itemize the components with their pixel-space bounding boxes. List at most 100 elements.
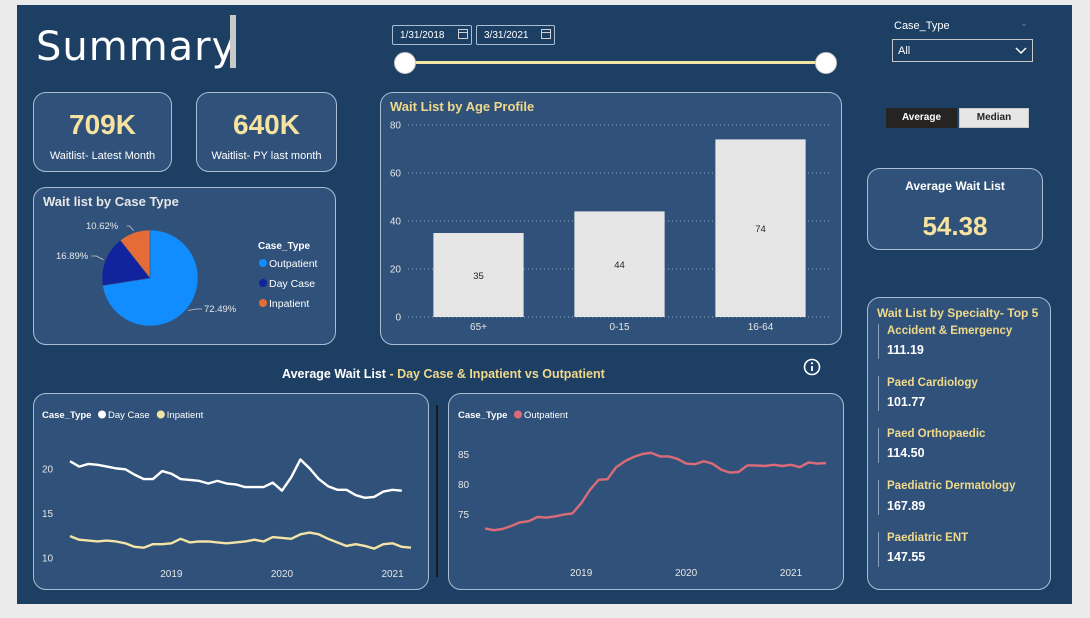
pie-legend-label: Outpatient — [269, 258, 318, 270]
median-toggle-button[interactable]: Median — [959, 108, 1029, 128]
start-date-value: 1/31/2018 — [400, 30, 445, 41]
legend-marker — [259, 299, 267, 307]
divider — [878, 480, 879, 515]
specialty-value: 167.89 — [887, 499, 926, 513]
line-legend-label: Outpatient — [524, 410, 568, 421]
kpi-card-latest: 709K Waitlist- Latest Month — [33, 92, 172, 172]
end-date-input[interactable]: 3/31/2021 — [476, 25, 555, 45]
specialty-name: Paed Cardiology — [887, 377, 978, 389]
pie-value-label: 16.89% — [56, 251, 89, 262]
legend-marker — [514, 410, 522, 419]
y-tick-label: 75 — [458, 510, 470, 521]
avg-wait-value: 54.38 — [922, 211, 988, 241]
pie-value-label: 72.49% — [204, 304, 237, 315]
series-line — [484, 451, 827, 532]
pie-card: Wait list by Case Type 72.49% 16.89% 10.62… — [33, 187, 336, 345]
kpi-label: Waitlist- PY last month — [211, 150, 322, 162]
start-date-input[interactable]: 1/31/2018 — [392, 25, 472, 45]
series-line — [69, 458, 402, 500]
pie-legend-label: Day Case — [269, 278, 315, 290]
x-tick-label: 0-15 — [609, 322, 629, 333]
bar-chart: 0 20 40 60 80 35 65+ 44 0-15 74 16-64 — [390, 121, 831, 333]
slider-end-handle[interactable] — [815, 52, 837, 74]
avg-wait-label: Average Wait List — [905, 179, 1005, 193]
line-section-heading: Average Wait List - Day Case & Inpatient… — [282, 367, 605, 381]
line-legend-label: Inpatient — [167, 410, 204, 421]
x-tick-label: 2021 — [780, 568, 803, 579]
kpi-value: 709K — [69, 109, 136, 140]
pie-chart: 72.49% 16.89% 10.62% Case_Type Outpatient Da… — [56, 221, 318, 327]
line-legend-title: Case_Type — [42, 410, 91, 421]
bar-data-label: 74 — [755, 224, 766, 235]
y-tick-label: 20 — [390, 265, 402, 276]
specialty-title: Wait List by Specialty- Top 5 — [877, 306, 1039, 320]
legend-marker — [156, 410, 165, 419]
legend-marker — [259, 279, 267, 287]
specialty-value: 101.77 — [887, 395, 926, 409]
heading-part1: Average Wait List — [282, 367, 386, 381]
divider — [878, 428, 879, 463]
x-tick-label: 2020 — [675, 568, 698, 579]
y-tick-label: 80 — [458, 480, 470, 491]
page-title: Summary — [36, 24, 237, 70]
series-line — [69, 531, 412, 550]
avg-wait-card: Average Wait List 54.38 — [867, 168, 1043, 250]
info-icon[interactable] — [803, 358, 821, 376]
pie-value-label: 10.62% — [86, 221, 119, 232]
specialty-card: Wait List by Specialty- Top 5 Accident &… — [867, 297, 1051, 590]
specialty-value: 114.50 — [887, 446, 925, 460]
kpi-label: Waitlist- Latest Month — [49, 150, 156, 162]
calendar-icon[interactable] — [458, 29, 468, 39]
title-accent-bar — [230, 15, 236, 68]
end-date-value: 3/31/2021 — [484, 30, 529, 41]
bar-data-label: 35 — [473, 271, 484, 282]
specialty-value: 147.55 — [887, 550, 926, 564]
case-type-dropdown[interactable]: All — [892, 39, 1033, 62]
x-tick-label: 2021 — [381, 569, 404, 580]
y-tick-label: 60 — [390, 169, 402, 180]
bar-data-label: 44 — [614, 260, 625, 271]
calendar-icon[interactable] — [541, 29, 551, 39]
x-tick-label: 2019 — [160, 569, 183, 580]
specialty-name: Paed Orthopaedic — [887, 428, 986, 440]
line-card-outpatient: 75 80 85 2019 2020 2021 Case_Type Outpatient — [448, 393, 844, 590]
chevron-down-icon — [1015, 47, 1027, 55]
divider — [878, 324, 879, 359]
legend-marker — [259, 259, 267, 267]
y-tick-label: 20 — [42, 464, 54, 475]
pie-leader-line — [91, 255, 104, 261]
y-tick-label: 85 — [458, 450, 470, 461]
y-tick-label: 10 — [42, 554, 54, 565]
date-slider-track[interactable] — [404, 61, 826, 64]
dropdown-selected-value: All — [898, 45, 911, 57]
pie-legend-label: Inpatient — [269, 298, 309, 310]
heading-part2: - Day Case & Inpatient vs Outpatient — [385, 367, 605, 381]
case-type-filter-label: Case_Type — [894, 20, 950, 32]
line-chart-2: 75 80 85 2019 2020 2021 Case_Type Outpatient — [458, 410, 827, 579]
divider — [436, 405, 438, 577]
legend-marker — [98, 410, 106, 419]
slider-start-handle[interactable] — [394, 52, 416, 74]
line-legend-title: Case_Type — [458, 410, 507, 421]
bar-card: Wait List by Age Profile 0 20 40 60 80 35 65+ 4… — [380, 92, 842, 345]
line-legend-label: Day Case — [108, 410, 150, 421]
y-tick-label: 80 — [390, 121, 402, 132]
pie-leader-line — [126, 225, 134, 232]
x-tick-label: 2019 — [570, 568, 593, 579]
chevron-down-icon[interactable]: ⌄ — [1020, 18, 1028, 29]
divider — [878, 376, 879, 411]
y-tick-label: 15 — [42, 509, 54, 520]
line-card-daycase-inpatient: 10 15 20 2019 2020 2021 Case_Type Day Case Inpat… — [33, 393, 429, 590]
pie-legend-title: Case_Type — [258, 241, 311, 252]
pie-leader-line — [187, 308, 203, 311]
specialty-name: Accident & Emergency — [887, 325, 1013, 337]
divider — [878, 532, 879, 567]
y-tick-label: 0 — [395, 313, 401, 324]
x-tick-label: 2020 — [271, 569, 294, 580]
specialty-name: Paediatric Dermatology — [887, 480, 1016, 492]
kpi-value: 640K — [233, 109, 300, 140]
specialty-name: Paediatric ENT — [887, 532, 969, 544]
average-toggle-button[interactable]: Average — [886, 108, 957, 128]
x-tick-label: 65+ — [470, 322, 487, 333]
line-chart-1: 10 15 20 2019 2020 2021 Case_Type Day Case Inpat… — [42, 410, 412, 580]
